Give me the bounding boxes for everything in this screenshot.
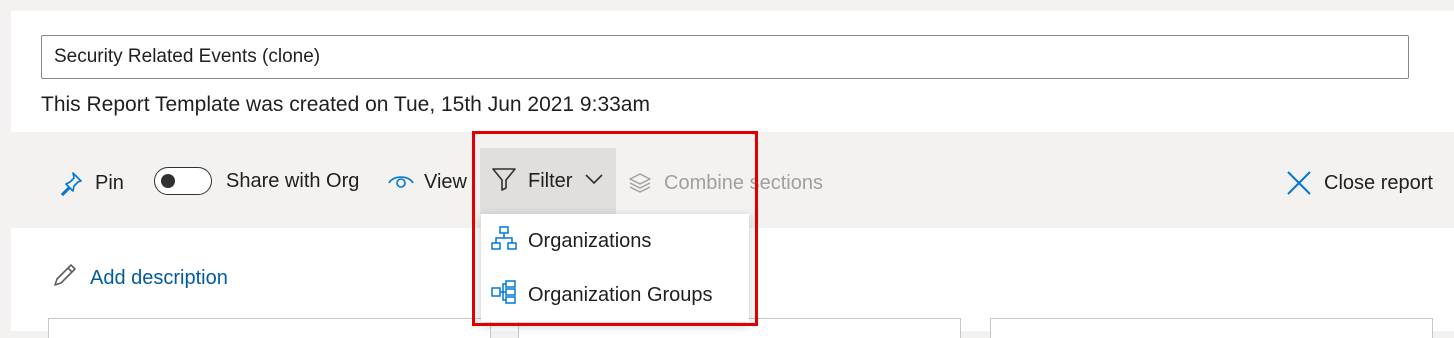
view-button[interactable]: View xyxy=(387,165,467,199)
menu-item-organizations[interactable]: Organizations xyxy=(481,214,749,268)
filter-button[interactable]: Filter xyxy=(480,148,616,214)
eye-icon xyxy=(387,168,415,196)
section-panel-3 xyxy=(990,318,1433,338)
menu-item-label: Organizations xyxy=(528,229,652,252)
menu-item-organization-groups[interactable]: Organization Groups xyxy=(481,268,749,322)
close-icon xyxy=(1286,170,1312,196)
filter-label: Filter xyxy=(528,169,573,192)
report-title-input[interactable] xyxy=(41,35,1409,79)
share-with-org-toggle[interactable]: Share with Org xyxy=(154,164,359,198)
created-info-text: This Report Template was created on Tue,… xyxy=(41,93,650,116)
add-description-label: Add description xyxy=(90,266,228,289)
org-chart-icon xyxy=(491,225,517,257)
pin-icon xyxy=(58,170,84,196)
layers-icon xyxy=(628,171,652,195)
filter-dropdown-menu: Organizations Organization Groups xyxy=(481,214,749,322)
combine-sections-button[interactable]: Combine sections xyxy=(628,166,823,200)
share-toggle-switch[interactable] xyxy=(154,167,212,195)
pin-button[interactable]: Pin xyxy=(58,166,124,200)
share-with-org-label: Share with Org xyxy=(226,169,360,192)
pin-label: Pin xyxy=(95,171,124,194)
org-groups-icon xyxy=(491,279,517,311)
filter-icon xyxy=(491,166,517,197)
chevron-down-icon xyxy=(584,172,604,191)
toggle-knob xyxy=(161,174,175,188)
menu-item-label: Organization Groups xyxy=(528,283,713,306)
section-panel-1 xyxy=(48,318,491,338)
view-label: View xyxy=(424,170,467,193)
combine-sections-label: Combine sections xyxy=(664,171,823,194)
close-report-button[interactable]: Close report xyxy=(1286,166,1433,200)
pencil-icon xyxy=(52,262,78,294)
add-description-link[interactable]: Add description xyxy=(52,262,228,294)
close-report-label: Close report xyxy=(1324,171,1433,194)
